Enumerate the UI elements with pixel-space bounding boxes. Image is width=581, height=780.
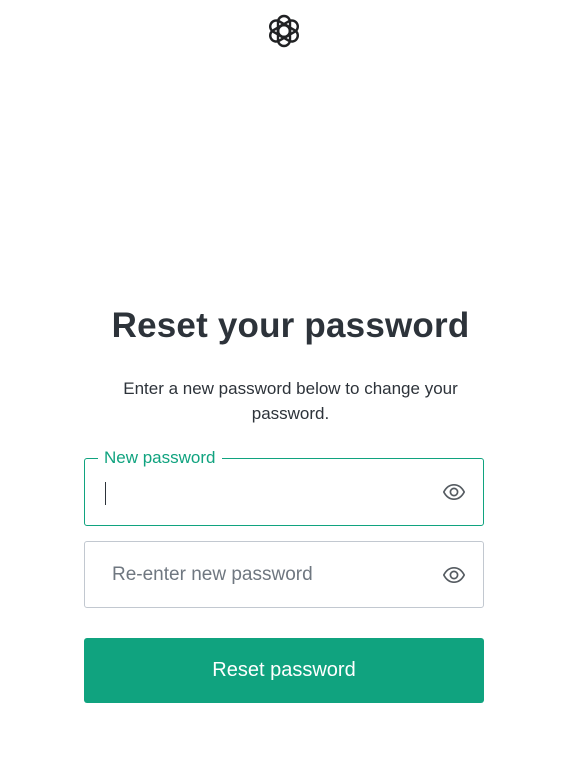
reset-password-button[interactable]: Reset password <box>84 638 484 703</box>
eye-icon[interactable] <box>442 480 466 504</box>
new-password-field[interactable]: New password <box>84 448 484 526</box>
reset-password-page: Reset your password Enter a new password… <box>0 0 581 780</box>
openai-logo-icon <box>264 11 304 51</box>
reenter-password-field[interactable] <box>84 541 484 608</box>
page-description: Enter a new password below to change you… <box>123 379 458 423</box>
page-title: Reset your password <box>111 306 470 345</box>
new-password-input[interactable] <box>85 459 483 525</box>
eye-icon[interactable] <box>442 563 466 587</box>
text-cursor <box>105 482 106 505</box>
reenter-password-input[interactable] <box>85 542 483 607</box>
